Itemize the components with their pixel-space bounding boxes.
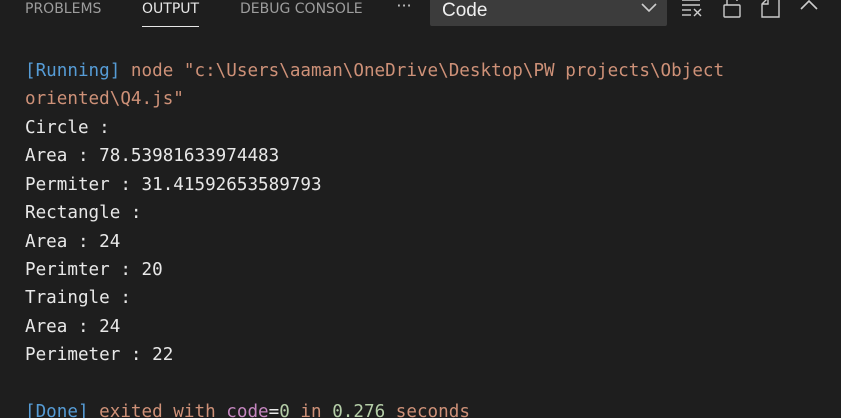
elapsed-seconds: 0.276: [332, 402, 386, 418]
equals-sign: =: [268, 402, 280, 418]
chevron-up-icon[interactable]: [796, 0, 822, 18]
lock-scroll-icon[interactable]: [719, 0, 745, 18]
command-text: node "c:\Users\aaman\OneDrive\Desktop\PW…: [120, 61, 725, 81]
output-line: Area : 24: [25, 232, 121, 252]
output-line: Perimter : 20: [25, 260, 163, 280]
output-line: Circle :: [25, 118, 110, 138]
tab-problems[interactable]: PROBLEMS: [25, 0, 101, 30]
output-channel-select[interactable]: Code: [430, 0, 667, 26]
tab-output[interactable]: OUTPUT: [142, 0, 200, 30]
output-line: Area : 78.53981633974483: [25, 146, 280, 166]
output-line: Area : 24: [25, 317, 121, 337]
output-line: Traingle :: [25, 288, 131, 308]
done-text: exited with: [88, 402, 227, 418]
clear-output-icon[interactable]: [679, 0, 705, 18]
output-line: Rectangle :: [25, 203, 142, 223]
panel-tab-bar: PROBLEMS OUTPUT DEBUG CONSOLE ··· Code: [0, 0, 841, 36]
tab-debug-console[interactable]: DEBUG CONSOLE: [240, 0, 363, 30]
done-text-seconds: seconds: [385, 402, 470, 418]
done-line: [Done] exited with code=0 in 0.276 secon…: [25, 399, 470, 418]
command-line: [Running] node "c:\Users\aaman\OneDrive\…: [25, 58, 724, 84]
chevron-down-icon: [640, 0, 658, 14]
output-log: [Running] node "c:\Users\aaman\OneDrive\…: [0, 36, 841, 418]
output-line: Perimeter : 22: [25, 345, 174, 365]
open-in-editor-icon[interactable]: [758, 0, 784, 18]
output-panel: PROBLEMS OUTPUT DEBUG CONSOLE ··· Code […: [0, 0, 841, 418]
exit-code-label: code: [226, 402, 269, 418]
output-line: Permiter : 31.41592653589793: [25, 175, 322, 195]
done-text-in: in: [289, 402, 333, 418]
output-channel-value: Code: [442, 0, 488, 21]
more-actions-icon[interactable]: ···: [392, 0, 416, 18]
running-tag: [Running]: [25, 61, 121, 81]
exit-code-value: 0: [279, 402, 290, 418]
command-line-continued: oriented\Q4.js": [25, 89, 184, 109]
done-tag: [Done]: [25, 402, 89, 418]
